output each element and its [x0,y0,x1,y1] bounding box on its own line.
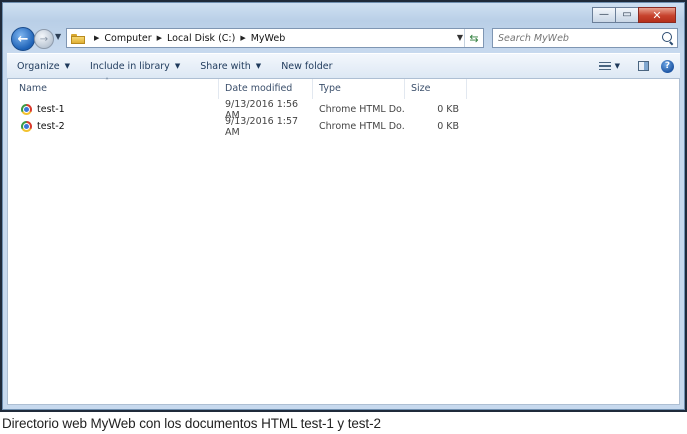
search-input[interactable] [493,31,660,45]
include-in-library-menu-button[interactable]: Include in library ▼ [80,61,190,72]
column-header-date-modified[interactable]: Date modified [219,79,313,99]
explorer-window: — ▭ ✕ ← → ▼ ▶ Computer ▶ Local Disk (C:)… [2,2,685,410]
chevron-down-icon: ▼ [174,62,181,70]
recent-pages-dropdown-icon[interactable]: ▼ [55,32,61,41]
organize-menu-button[interactable]: Organize ▼ [7,61,80,72]
folder-icon [71,33,85,44]
refresh-icon[interactable]: ⇆ [464,29,483,47]
file-list: test-1 9/13/2016 1:56 AM Chrome HTML Do.… [8,99,679,138]
forward-arrow-icon[interactable]: → [34,29,54,49]
file-type: Chrome HTML Do... [319,121,405,132]
new-folder-label: New folder [281,60,333,72]
file-name-cell: test-1 [8,104,219,115]
share-with-label: Share with [200,60,251,72]
views-dropdown-icon[interactable]: ▼ [615,62,620,70]
view-controls: ▼ ? [598,59,680,73]
file-name: test-2 [37,121,65,132]
maximize-button[interactable]: ▭ [615,7,639,23]
file-list-pane: ˄ Name Date modified Type Size test-1 9/… [7,77,680,405]
back-arrow-icon[interactable]: ← [11,27,35,51]
chevron-right-icon[interactable]: ▶ [157,34,162,42]
chevron-down-icon: ▼ [255,62,262,70]
close-button[interactable]: ✕ [638,7,676,23]
file-date-modified: 9/13/2016 1:57 AM [225,115,299,138]
preview-pane-icon[interactable] [638,61,649,71]
figure-caption: Directorio web MyWeb con los documentos … [2,416,381,431]
breadcrumb-computer[interactable]: Computer [104,33,151,44]
views-icon[interactable] [598,61,611,71]
column-header-name[interactable]: ˄ Name [8,77,219,99]
column-header-row: ˄ Name Date modified Type Size [8,77,467,99]
help-icon[interactable]: ? [661,59,674,73]
file-size: 0 KB [437,121,459,132]
share-with-menu-button[interactable]: Share with ▼ [190,61,271,72]
file-row[interactable]: test-2 9/13/2016 1:57 AM Chrome HTML Do.… [8,115,679,138]
address-bar[interactable]: ▶ Computer ▶ Local Disk (C:) ▶ MyWeb ▼ ⇆ [66,28,484,48]
minimize-button[interactable]: — [592,7,616,23]
file-name: test-1 [37,104,65,115]
chevron-down-icon: ▼ [64,62,70,70]
search-box[interactable] [492,28,678,48]
screenshot-frame: — ▭ ✕ ← → ▼ ▶ Computer ▶ Local Disk (C:)… [0,0,687,412]
navigation-bar: ← → ▼ ▶ Computer ▶ Local Disk (C:) ▶ MyW… [9,27,678,51]
new-folder-button[interactable]: New folder [271,61,342,72]
chevron-right-icon[interactable]: ▶ [94,34,99,42]
organize-label: Organize [17,60,60,72]
column-header-type[interactable]: Type [313,79,405,99]
chrome-html-icon [21,104,32,115]
breadcrumb-myweb[interactable]: MyWeb [251,33,286,44]
file-size: 0 KB [437,104,459,115]
chrome-html-icon [21,121,32,132]
caption-buttons: — ▭ ✕ [592,7,676,23]
breadcrumb-local-disk[interactable]: Local Disk (C:) [167,33,235,44]
column-header-size[interactable]: Size [405,79,467,99]
sort-ascending-icon: ˄ [105,77,109,86]
chevron-right-icon[interactable]: ▶ [240,34,245,42]
include-in-library-label: Include in library [89,60,170,72]
address-dropdown-icon[interactable]: ▼ [457,33,463,42]
file-row[interactable]: test-1 9/13/2016 1:56 AM Chrome HTML Do.… [8,99,679,121]
column-header-name-label: Name [19,83,48,94]
file-type: Chrome HTML Do... [319,104,405,115]
file-name-cell: test-2 [8,121,219,132]
search-icon[interactable] [662,32,672,42]
